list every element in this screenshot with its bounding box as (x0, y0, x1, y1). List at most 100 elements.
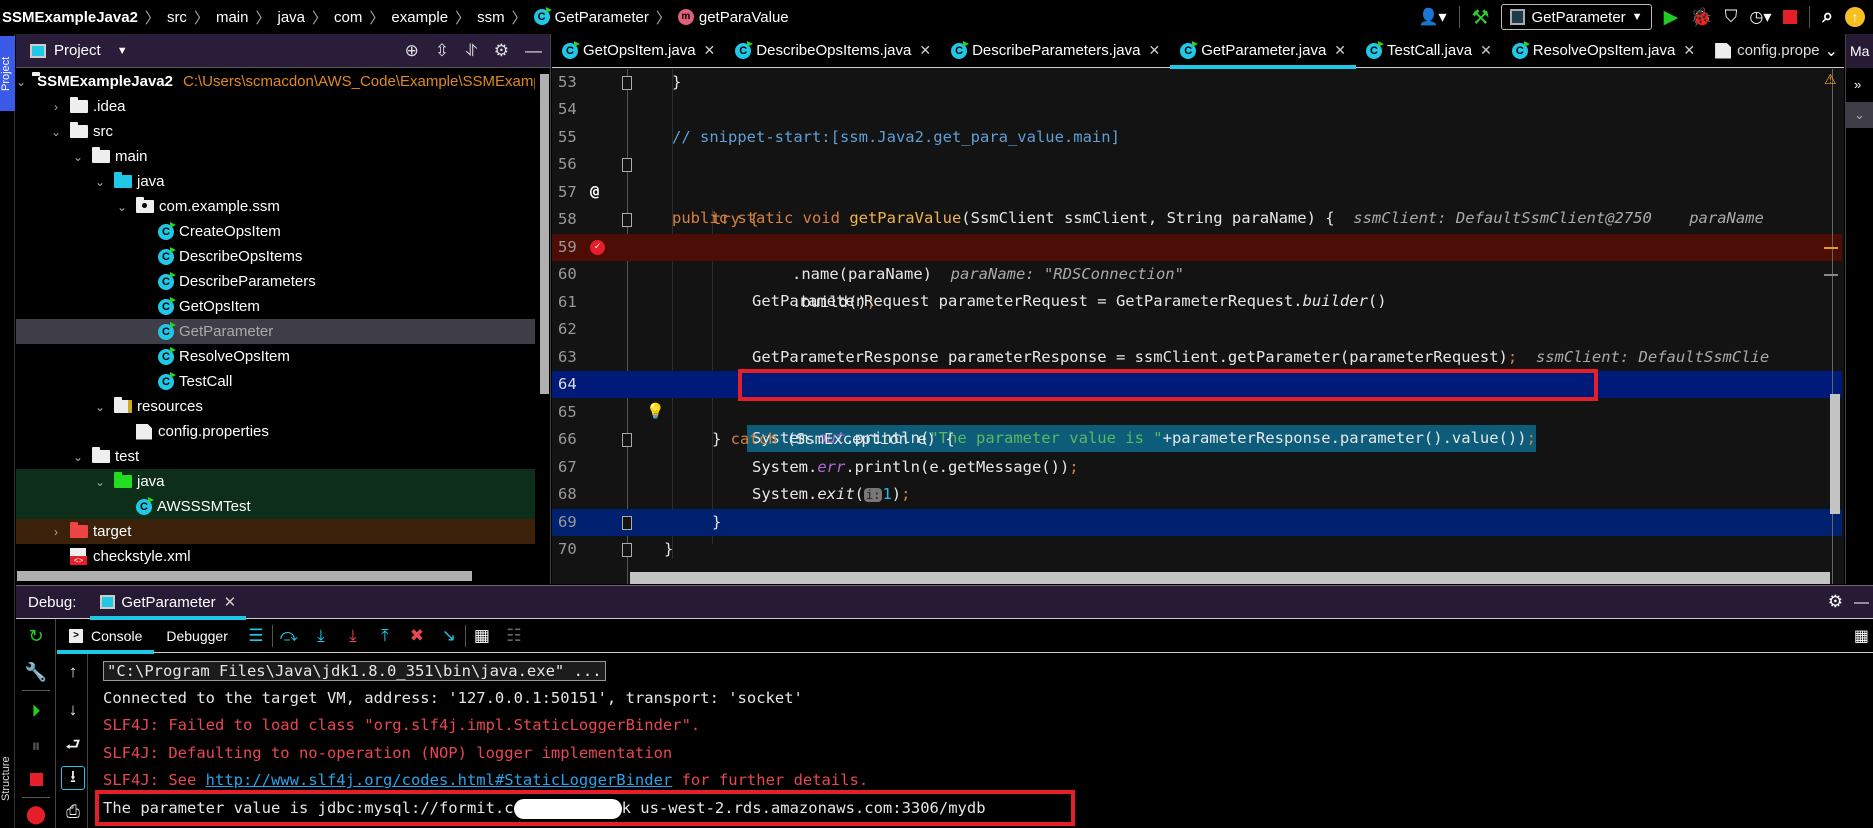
up-arrow-icon[interactable]: ↑ (61, 660, 85, 684)
error-stripe-mark[interactable] (1824, 247, 1838, 249)
breadcrumb-java[interactable]: java (277, 9, 305, 26)
fold-marker-icon[interactable] (622, 543, 632, 557)
tree-item-java[interactable]: ⌄ java (16, 469, 535, 494)
chevron-down-icon[interactable]: ⌄ (1846, 102, 1873, 128)
breadcrumb-class[interactable]: GetParameter (555, 9, 649, 26)
tree-item-src[interactable]: ⌄ src (16, 119, 535, 144)
tab-describeopsitems[interactable]: C DescribeOpsItems.java ✕ (725, 34, 941, 68)
close-icon[interactable]: ✕ (1334, 42, 1346, 59)
tree-item-checkstyle-xml[interactable]: <> checkstyle.xml (16, 544, 535, 569)
warning-icon[interactable]: ⚠ (1824, 71, 1837, 88)
chevron-down-icon[interactable]: ⌄ (70, 450, 86, 464)
profile-icon[interactable]: ◷▾ (1749, 7, 1771, 27)
tab-console[interactable]: > Console (57, 619, 155, 654)
breakpoint-icon[interactable]: ✓ (590, 240, 605, 255)
debug-icon[interactable]: 🐞 (1690, 7, 1712, 28)
settings-wrench-icon[interactable]: 🔧 (24, 660, 48, 684)
breadcrumb-example[interactable]: example (391, 9, 448, 26)
project-view-selector[interactable]: Project ▼ (30, 42, 128, 59)
chevron-down-icon[interactable]: ⌄ (92, 175, 108, 189)
tree-item-test[interactable]: ⌄ test (16, 444, 535, 469)
console-command-text[interactable]: "C:\Program Files\Java\jdk1.8.0_351\bin\… (103, 661, 606, 681)
chevron-down-icon[interactable]: ⌄ (48, 125, 64, 139)
tree-item-target[interactable]: › target (16, 519, 535, 544)
view-breakpoints-icon[interactable]: ⬤ (24, 802, 48, 826)
tree-item-main[interactable]: ⌄ main (16, 144, 535, 169)
chevron-down-icon[interactable]: ⌄ (92, 475, 108, 489)
close-icon[interactable]: ✕ (919, 42, 931, 59)
tab-config-properties[interactable]: config.prope (1705, 34, 1830, 68)
gear-icon[interactable]: ⚙ (494, 41, 509, 61)
tree-item-com-example-ssm[interactable]: ⌄ com.example.ssm (16, 194, 535, 219)
console-link[interactable]: http://www.slf4j.org/codes.html#StaticLo… (206, 771, 673, 789)
breadcrumb-method[interactable]: getParaValue (699, 9, 789, 26)
chevron-down-icon[interactable]: ⌄ (16, 75, 26, 89)
tree-item-resources[interactable]: ⌄ resources (16, 394, 535, 419)
step-over-icon[interactable]: ⤼ (277, 624, 301, 648)
chevron-down-icon[interactable]: ⌄ (92, 400, 108, 414)
close-icon[interactable]: ✕ (1683, 42, 1695, 59)
tree-item-resolveopsitem[interactable]: C ResolveOpsItem (16, 344, 535, 369)
project-vertical-scrollbar[interactable] (540, 74, 549, 394)
stop-icon[interactable] (24, 767, 48, 791)
coverage-icon[interactable]: ⛉ (1725, 7, 1738, 27)
structure-tool-tab[interactable]: Structure (0, 734, 15, 824)
breadcrumb-com[interactable]: com (334, 9, 362, 26)
error-stripe-mark[interactable] (1824, 274, 1838, 276)
tab-getparameter[interactable]: C GetParameter.java ✕ (1170, 34, 1356, 69)
stop-icon[interactable] (1783, 10, 1798, 24)
chevron-down-icon[interactable]: ⌄ (114, 200, 130, 214)
chevron-right-icon[interactable]: › (48, 525, 64, 539)
tree-item-describeopsitems[interactable]: C DescribeOpsItems (16, 244, 535, 269)
editor-horizontal-scrollbar[interactable] (630, 572, 1830, 584)
tree-item-ssmexamplejava2[interactable]: ⌄ SSMExampleJava2 C:\Users\scmacdon\AWS_Co… (16, 69, 535, 94)
rerun-icon[interactable]: ↻ (24, 624, 48, 648)
tree-item-config-properties[interactable]: config.properties (16, 419, 535, 444)
fold-marker-icon[interactable] (622, 76, 632, 90)
tree-item-idea[interactable]: › .idea (16, 94, 535, 119)
more-tabs-chevron-icon[interactable]: ⌄ (1825, 34, 1838, 68)
fold-marker-icon[interactable] (622, 158, 632, 172)
tree-item-getparameter[interactable]: C GetParameter (16, 319, 535, 344)
update-icon[interactable]: ↑ (1845, 7, 1865, 27)
threads-menu-icon[interactable]: ☰ (244, 624, 268, 648)
scroll-to-end-icon[interactable]: ⭳ (61, 766, 85, 790)
soft-wrap-icon[interactable]: ⮐ (61, 734, 85, 758)
run-configuration-select[interactable]: GetParameter ▼ (1501, 4, 1652, 30)
console-output[interactable]: "C:\Program Files\Java\jdk1.8.0_351\bin\… (89, 654, 1873, 828)
run-icon[interactable]: ▶ (1664, 6, 1679, 29)
fold-marker-icon[interactable] (622, 516, 632, 530)
locate-file-icon[interactable]: ⊕ (405, 41, 419, 61)
chevron-right-icon[interactable]: › (48, 100, 64, 114)
editor-vertical-scrollbar[interactable] (1830, 394, 1840, 514)
resume-icon[interactable]: ⏵ (24, 699, 48, 723)
gear-icon[interactable]: ⚙ (1828, 592, 1843, 612)
breadcrumb-project[interactable]: SSMExampleJava2 (2, 9, 138, 26)
tree-item-awsssmtest[interactable]: C AWSSSMTest (16, 494, 535, 519)
expand-all-icon[interactable]: ⇳ (435, 41, 449, 61)
pause-icon[interactable]: ⏸ (24, 734, 48, 758)
more-tools-icon[interactable]: » (1846, 68, 1873, 102)
minimize-icon[interactable]: — (525, 41, 542, 61)
force-step-into-icon[interactable]: ⤓ (341, 624, 365, 648)
fold-marker-icon[interactable] (622, 213, 632, 227)
print-icon[interactable]: ⎙ (61, 800, 85, 824)
fold-marker-icon[interactable] (622, 433, 632, 447)
step-into-icon[interactable]: ⤓ (309, 624, 333, 648)
tree-item-java[interactable]: ⌄ java (16, 169, 535, 194)
breadcrumb-ssm[interactable]: ssm (477, 9, 505, 26)
tab-describeparameters[interactable]: C DescribeParameters.java ✕ (941, 34, 1170, 68)
build-hammer-icon[interactable]: ⚒ (1472, 5, 1490, 30)
trace-icon[interactable]: ☷ (502, 624, 526, 648)
tab-debugger[interactable]: Debugger (154, 619, 240, 653)
debug-session-tab[interactable]: GetParameter ✕ (90, 585, 246, 620)
tab-resolveopsitem[interactable]: C ResolveOpsItem.java ✕ (1502, 34, 1705, 68)
drop-frame-icon[interactable]: ✖ (405, 624, 429, 648)
down-arrow-icon[interactable]: ↓ (61, 698, 85, 722)
step-out-icon[interactable]: ⤒ (373, 624, 397, 648)
search-icon[interactable]: ⌕ (1822, 6, 1833, 28)
tab-getopsitem[interactable]: C GetOpsItem.java ✕ (552, 34, 725, 68)
tree-item-getopsitem[interactable]: C GetOpsItem (16, 294, 535, 319)
run-to-cursor-icon[interactable]: ↘ (437, 624, 461, 648)
tab-testcall[interactable]: C TestCall.java ✕ (1356, 34, 1502, 68)
